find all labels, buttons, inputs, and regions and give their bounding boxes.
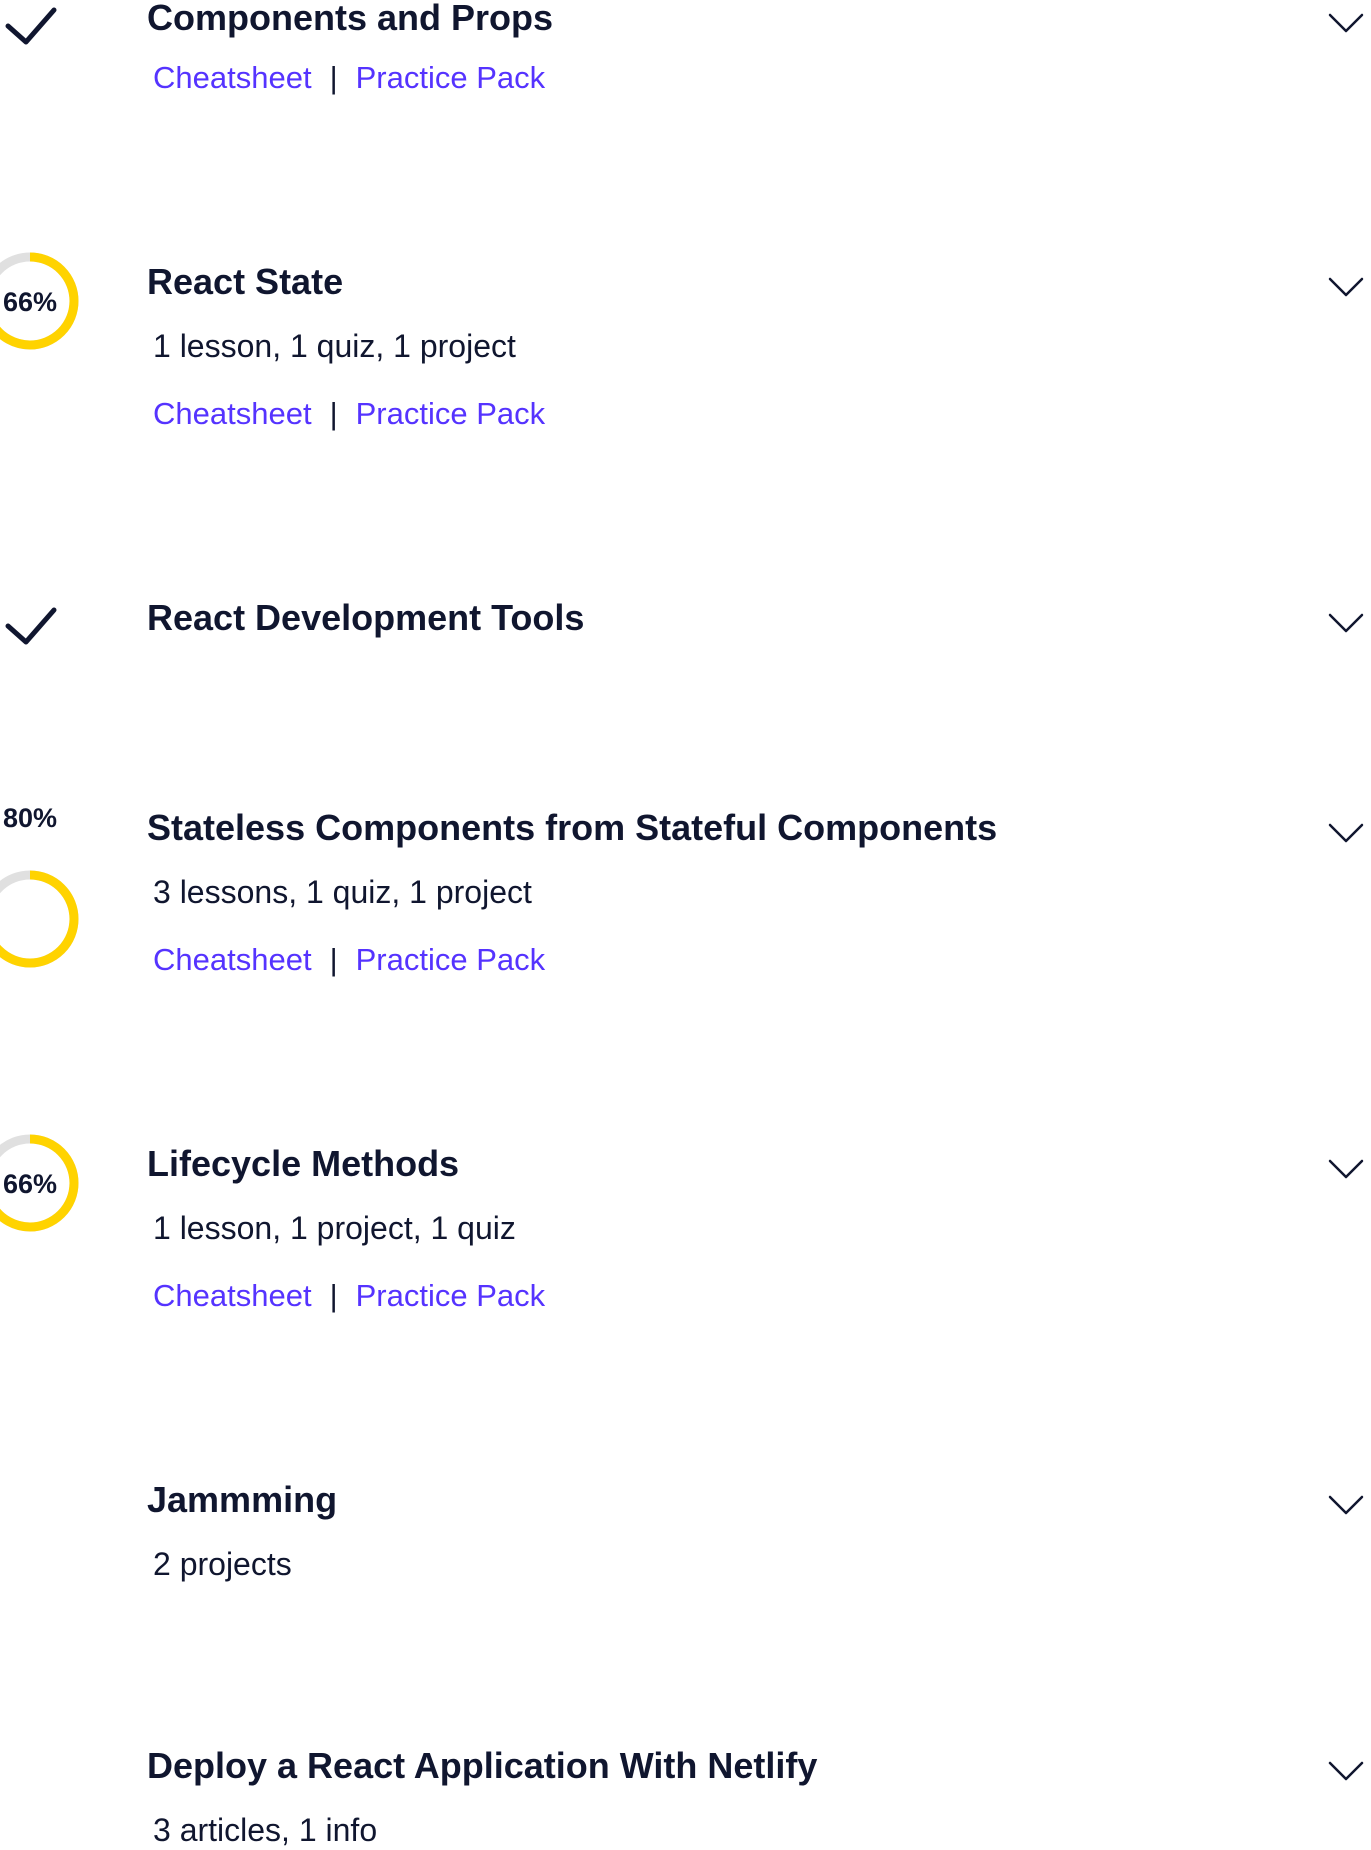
chevron-down-icon[interactable] <box>1328 1494 1364 1516</box>
module-title[interactable]: React State <box>147 260 343 304</box>
practice-pack-link[interactable]: Practice Pack <box>356 942 546 977</box>
cheatsheet-link[interactable]: Cheatsheet <box>153 60 312 95</box>
checkmark-icon <box>0 0 120 120</box>
module-links: Cheatsheet | Practice Pack <box>153 940 545 980</box>
practice-pack-link[interactable]: Practice Pack <box>356 60 546 95</box>
progress-label: 66% <box>3 1169 57 1199</box>
progress-arc <box>0 870 79 968</box>
module-links: Cheatsheet | Practice Pack <box>153 1276 545 1316</box>
cheatsheet-link[interactable]: Cheatsheet <box>153 1278 312 1313</box>
chevron-down-icon[interactable] <box>1328 822 1364 844</box>
progress-ring-icon: 80% <box>0 803 120 968</box>
cheatsheet-link[interactable]: Cheatsheet <box>153 942 312 977</box>
module-summary: 1 lesson, 1 quiz, 1 project <box>153 328 516 364</box>
progress-label: 80% <box>3 803 57 833</box>
checkmark-icon <box>0 600 120 720</box>
module-summary: 1 lesson, 1 project, 1 quiz <box>153 1210 516 1246</box>
cheatsheet-link[interactable]: Cheatsheet <box>153 396 312 431</box>
link-separator: | <box>329 60 338 95</box>
chevron-down-icon[interactable] <box>1328 12 1364 34</box>
link-separator: | <box>329 396 338 431</box>
module-title[interactable]: Stateless Components from Stateful Compo… <box>147 806 997 850</box>
link-separator: | <box>329 942 338 977</box>
module-links: Cheatsheet | Practice Pack <box>153 394 545 434</box>
chevron-down-icon[interactable] <box>1328 1158 1364 1180</box>
module-summary: 2 projects <box>153 1546 292 1582</box>
chevron-down-icon[interactable] <box>1328 612 1364 634</box>
chevron-down-icon[interactable] <box>1328 1760 1364 1782</box>
progress-ring-icon: 66% <box>0 241 120 361</box>
module-title[interactable]: Deploy a React Application With Netlify <box>147 1744 817 1788</box>
module-title[interactable]: React Development Tools <box>147 596 584 640</box>
practice-pack-link[interactable]: Practice Pack <box>356 1278 546 1313</box>
link-separator: | <box>329 1278 338 1313</box>
module-summary: 3 articles, 1 info <box>153 1812 378 1848</box>
module-title[interactable]: Lifecycle Methods <box>147 1142 459 1186</box>
module-summary: 3 lessons, 1 quiz, 1 project <box>153 874 532 910</box>
progress-label: 66% <box>3 287 57 317</box>
progress-ring-icon: 66% <box>0 1123 120 1243</box>
practice-pack-link[interactable]: Practice Pack <box>356 396 546 431</box>
module-links: Cheatsheet | Practice Pack <box>153 58 545 98</box>
module-title[interactable]: Components and Props <box>147 0 553 40</box>
module-title[interactable]: Jammming <box>147 1478 337 1522</box>
chevron-down-icon[interactable] <box>1328 276 1364 298</box>
